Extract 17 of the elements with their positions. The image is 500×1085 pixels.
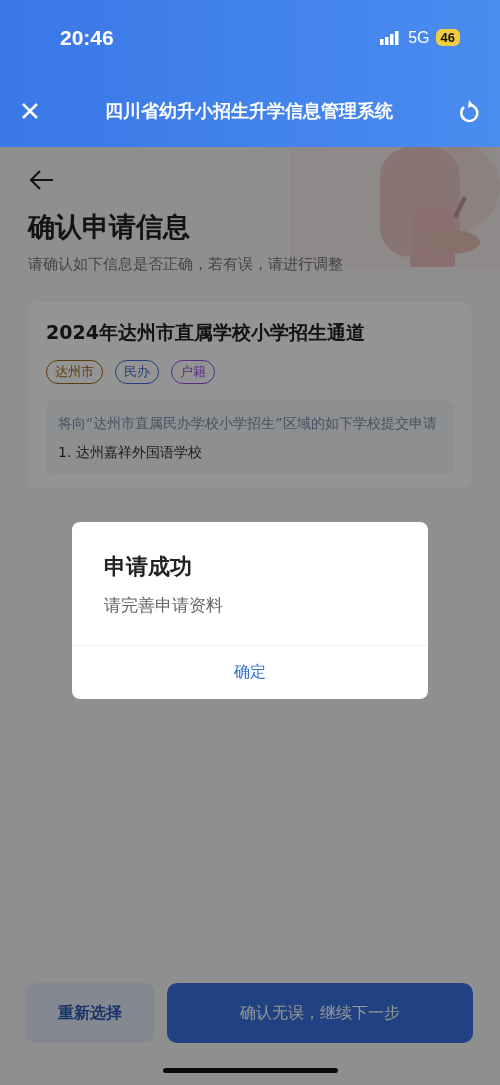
page-subtitle: 请确认如下信息是否正确，若有误，请进行调整 (28, 255, 344, 274)
header-title: 四川省幼升小招生升学信息管理系统 (104, 99, 394, 123)
notice-text: 将向“达州市直属民办学校小学招生”区域的如下学校提交申请 (58, 414, 438, 433)
school-item: 1. 达州嘉祥外国语学校 (58, 444, 203, 462)
card-title: 2024年达州市直属学校小学招生通道 (46, 320, 366, 345)
status-time: 20:46 (60, 25, 115, 50)
page-title: 确认申请信息 (28, 210, 191, 244)
dialog-message: 请完善申请资料 (103, 594, 224, 617)
network-label: 5G (408, 28, 430, 47)
confirm-button[interactable]: 确认无误，继续下一步 (167, 983, 473, 1043)
close-icon[interactable] (20, 101, 40, 121)
ok-button[interactable]: 确定 (72, 645, 428, 699)
back-arrow-icon[interactable] (28, 169, 54, 191)
battery-indicator: 46 (435, 29, 460, 46)
dialog-title: 申请成功 (103, 553, 193, 581)
reselect-button[interactable]: 重新选择 (25, 983, 155, 1043)
refresh-icon[interactable] (458, 99, 480, 123)
